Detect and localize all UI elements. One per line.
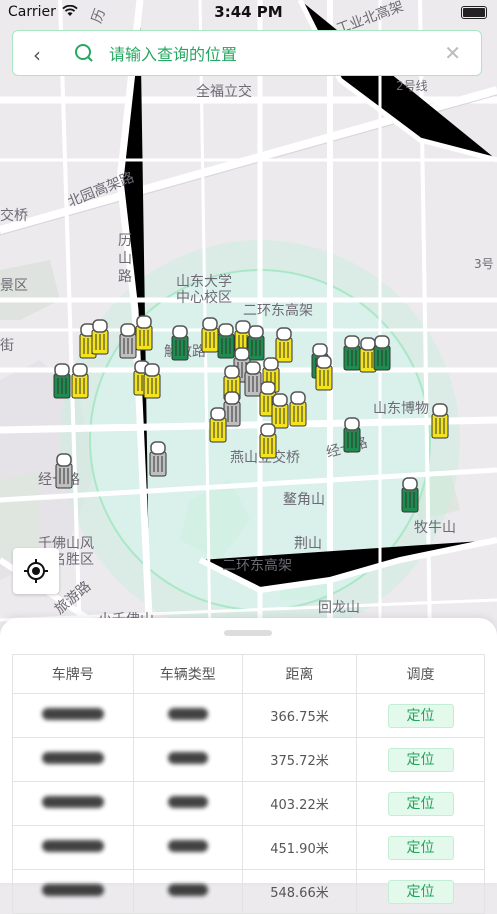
- vehicle-marker-yellow[interactable]: [315, 355, 333, 391]
- redacted-plate: [41, 883, 104, 896]
- table-row: 451.90米 定位: [12, 825, 485, 870]
- status-bar: Carrier 3:44 PM: [0, 0, 497, 26]
- vehicle-markers: [53, 315, 449, 513]
- vehicle-marker-green[interactable]: [373, 335, 391, 371]
- column-header-distance: 距离: [241, 654, 358, 694]
- back-icon[interactable]: ‹: [33, 43, 41, 67]
- vehicle-marker-green[interactable]: [247, 325, 265, 361]
- clock: 3:44 PM: [214, 3, 283, 21]
- vehicle-marker-yellow[interactable]: [289, 391, 307, 427]
- search-bar: ‹ ✕: [12, 30, 482, 76]
- distance-cell: 548.66米: [241, 869, 358, 914]
- redacted-type: [167, 883, 208, 896]
- distance-cell: 375.72米: [241, 737, 358, 782]
- vehicle-marker-gray[interactable]: [244, 361, 262, 397]
- redacted-plate: [41, 839, 104, 852]
- vehicle-marker-green[interactable]: [217, 323, 235, 359]
- vehicle-table: 车牌号 车辆类型 距离 调度 366.75米 定位 375.72米 定位 403…: [12, 654, 485, 914]
- vehicle-marker-yellow[interactable]: [259, 423, 277, 459]
- vehicle-marker-yellow[interactable]: [431, 403, 449, 439]
- locate-vehicle-button[interactable]: 定位: [387, 835, 454, 860]
- column-header-type: 车辆类型: [132, 654, 243, 694]
- vehicle-marker-green[interactable]: [401, 477, 419, 513]
- table-row: 366.75米 定位: [12, 693, 485, 738]
- vehicle-marker-gray[interactable]: [119, 323, 137, 359]
- vehicle-marker-green[interactable]: [171, 325, 189, 361]
- redacted-type: [167, 707, 208, 720]
- vehicle-marker-green[interactable]: [343, 417, 361, 453]
- distance-cell: 451.90米: [241, 825, 358, 870]
- redacted-type: [167, 795, 208, 808]
- vehicle-marker-yellow[interactable]: [201, 317, 219, 353]
- distance-cell: 403.22米: [241, 781, 358, 826]
- search-input[interactable]: [107, 39, 431, 69]
- table-row: 375.72米 定位: [12, 737, 485, 782]
- redacted-plate: [41, 795, 104, 808]
- vehicle-marker-yellow[interactable]: [271, 393, 289, 429]
- vehicle-marker-yellow[interactable]: [71, 363, 89, 399]
- redacted-type: [167, 751, 208, 764]
- vehicle-marker-yellow[interactable]: [143, 363, 161, 399]
- vehicle-marker-gray[interactable]: [149, 441, 167, 477]
- locate-vehicle-button[interactable]: 定位: [387, 703, 454, 728]
- locate-button[interactable]: [13, 548, 59, 594]
- sheet-drag-handle[interactable]: [224, 630, 272, 636]
- redacted-plate: [41, 707, 104, 720]
- vehicle-marker-green[interactable]: [53, 363, 71, 399]
- vehicle-marker-yellow[interactable]: [91, 319, 109, 355]
- column-header-dispatch: 调度: [356, 654, 485, 694]
- search-icon: [75, 44, 93, 62]
- redacted-type: [167, 839, 208, 852]
- vehicle-marker-yellow[interactable]: [209, 407, 227, 443]
- crosshair-icon: [24, 559, 48, 583]
- vehicle-marker-green[interactable]: [343, 335, 361, 371]
- distance-cell: 366.75米: [241, 693, 358, 738]
- locate-vehicle-button[interactable]: 定位: [387, 791, 454, 816]
- redacted-plate: [41, 751, 104, 764]
- vehicle-list-sheet: 车牌号 车辆类型 距离 调度 366.75米 定位 375.72米 定位 403…: [0, 618, 497, 914]
- column-header-plate: 车牌号: [12, 654, 134, 694]
- table-row: 403.22米 定位: [12, 781, 485, 826]
- map-view[interactable]: 历 工业北高架 全福立交 2号线 北园高架路 交桥 历山路 3号 景区 山东大学…: [0, 0, 497, 640]
- clear-icon[interactable]: ✕: [444, 41, 461, 65]
- locate-vehicle-button[interactable]: 定位: [387, 879, 454, 904]
- battery-icon: [461, 6, 487, 19]
- vehicle-marker-gray[interactable]: [55, 453, 73, 489]
- table-row: 548.66米 定位: [12, 869, 485, 914]
- vehicle-marker-yellow[interactable]: [135, 315, 153, 351]
- locate-vehicle-button[interactable]: 定位: [387, 747, 454, 772]
- vehicle-marker-yellow[interactable]: [275, 327, 293, 363]
